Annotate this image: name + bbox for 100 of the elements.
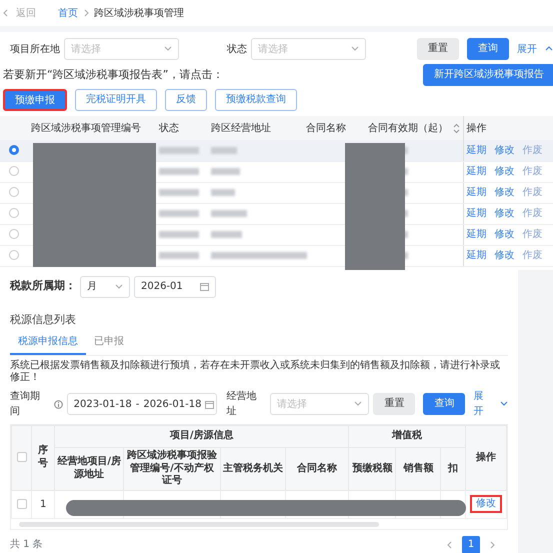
sort-icon — [452, 122, 460, 134]
blurred-text — [211, 168, 240, 175]
reset-button[interactable]: 重置 — [417, 38, 459, 60]
new-report-button[interactable]: 新开跨区域涉税事项报告 — [423, 64, 553, 86]
prompt-text: 若要新开“跨区域涉税事项报告表”，请点击： — [3, 66, 224, 83]
calendar-icon — [205, 400, 214, 408]
breadcrumb-separator-icon — [82, 9, 90, 17]
column-header: 状态 — [159, 122, 179, 134]
column-header: 操作 — [476, 452, 496, 462]
radio-button[interactable] — [9, 166, 19, 176]
scrollbar[interactable] — [19, 522, 379, 526]
action-button[interactable]: 完税证明开具 — [75, 89, 157, 111]
date-field[interactable]: 2026-01 — [134, 276, 216, 298]
blurred-text — [211, 146, 238, 154]
info-icon — [54, 400, 63, 408]
action-link[interactable]: 修改 — [494, 206, 514, 221]
blurred-text — [159, 146, 199, 154]
previous-page-icon — [446, 540, 454, 548]
action-link: 作废 — [522, 144, 542, 158]
action-link: 作废 — [522, 164, 542, 179]
radio-button[interactable] — [9, 250, 19, 260]
filter-label: 项目所在地 — [10, 42, 60, 56]
column-header: 序号 — [38, 445, 48, 469]
checkbox[interactable] — [16, 452, 27, 462]
column-header: 预缴税额 — [352, 462, 392, 474]
action-link[interactable]: 修改 — [470, 495, 502, 513]
action-link[interactable]: 延期 — [466, 185, 486, 200]
filter-label: 状态 — [227, 42, 247, 56]
query-button[interactable]: 查询 — [423, 393, 466, 415]
tab[interactable]: 税源申报信息 — [10, 330, 86, 355]
checkbox[interactable] — [16, 498, 27, 509]
action-button[interactable]: 预缴申报 — [3, 89, 67, 111]
action-link[interactable]: 修改 — [494, 248, 514, 263]
date-range-field[interactable]: 2023-01-18 - 2026-01-18 — [66, 393, 217, 415]
blurred-text — [159, 168, 199, 175]
notice-text: 系统已根据发票销售额及扣除额进行预填，若存在未开票收入或系统未归集到的销售额及扣除额，请进行补录或修正！ — [10, 360, 501, 384]
row-number: 1 — [40, 498, 46, 510]
column-header: 操作 — [466, 122, 486, 134]
expand-link[interactable]: 展开 — [473, 389, 492, 419]
blurred-text — [159, 210, 199, 217]
action-link[interactable]: 延期 — [466, 248, 486, 263]
action-link: 作废 — [522, 186, 542, 200]
action-link: 作废 — [522, 206, 542, 221]
reset-button[interactable]: 重置 — [373, 393, 416, 415]
radio-button[interactable] — [9, 145, 19, 156]
next-page-icon — [488, 540, 496, 548]
section-title: 税源信息列表 — [10, 312, 77, 328]
blurred-text — [211, 230, 242, 238]
column-header: 跨区经营地址 — [211, 122, 271, 134]
column-header: 跨区域涉税事项管理编号 — [31, 122, 141, 134]
radio-button[interactable] — [9, 187, 19, 198]
caret-icon — [545, 45, 553, 53]
blurred-text — [211, 210, 247, 217]
action-link[interactable]: 延期 — [466, 227, 486, 242]
calendar-icon — [200, 282, 209, 291]
query-button[interactable]: 查询 — [467, 38, 509, 60]
caret-icon — [354, 400, 362, 408]
action-button[interactable]: 预缴税款查询 — [215, 89, 297, 111]
column-header: 合同有效期（起） — [368, 122, 448, 136]
breadcrumb-current: 跨区域涉税事项管理 — [94, 6, 184, 20]
action-link[interactable]: 修改 — [494, 164, 514, 179]
blurred-text — [211, 188, 235, 196]
back-link[interactable]: 返回 — [16, 6, 36, 20]
back-icon — [2, 9, 10, 17]
action-link[interactable]: 延期 — [466, 142, 486, 158]
blurred-text — [159, 188, 199, 196]
action-link[interactable]: 修改 — [494, 185, 514, 200]
page-button[interactable]: 1 — [462, 536, 480, 553]
column-header: 经营地项目/房源地址 — [57, 456, 122, 480]
expand-link[interactable]: 展开 — [517, 42, 537, 56]
filter-label: 经营地址 — [226, 390, 258, 419]
caret-icon — [351, 45, 359, 53]
select-field[interactable]: 月 — [80, 276, 130, 298]
column-header: 合同名称 — [297, 462, 338, 474]
radio-button[interactable] — [9, 208, 19, 218]
action-link: 作废 — [522, 248, 542, 263]
column-header: 主管税务机关 — [222, 462, 283, 474]
action-link[interactable]: 修改 — [494, 227, 514, 242]
tab[interactable]: 已申报 — [86, 330, 132, 355]
blurred-text — [159, 252, 199, 259]
caret-icon — [164, 45, 172, 53]
action-link[interactable]: 延期 — [466, 206, 486, 221]
action-link[interactable]: 修改 — [494, 142, 514, 158]
action-link[interactable]: 延期 — [466, 164, 486, 179]
blurred-text — [159, 230, 199, 238]
action-button[interactable]: 反馈 — [165, 89, 207, 111]
column-header: 合同名称 — [306, 122, 346, 134]
caret-icon — [500, 400, 508, 408]
breadcrumb-link[interactable]: 首页 — [58, 6, 78, 20]
column-header: 跨区域涉税事项报验管理编号/不动产权证号 — [127, 450, 217, 486]
radio-button[interactable] — [9, 229, 19, 240]
period-label: 税款所属期： — [10, 278, 76, 294]
column-header: 扣 — [448, 462, 458, 474]
column-header: 销售额 — [403, 462, 434, 474]
action-link: 作废 — [522, 228, 542, 242]
total-count: 共 1 条 — [10, 538, 43, 552]
caret-icon — [115, 282, 123, 290]
filter-label: 查询期间 — [10, 390, 41, 419]
column-group-header: 增值税 — [392, 430, 422, 442]
column-group-header: 项目/房源信息 — [170, 430, 234, 442]
